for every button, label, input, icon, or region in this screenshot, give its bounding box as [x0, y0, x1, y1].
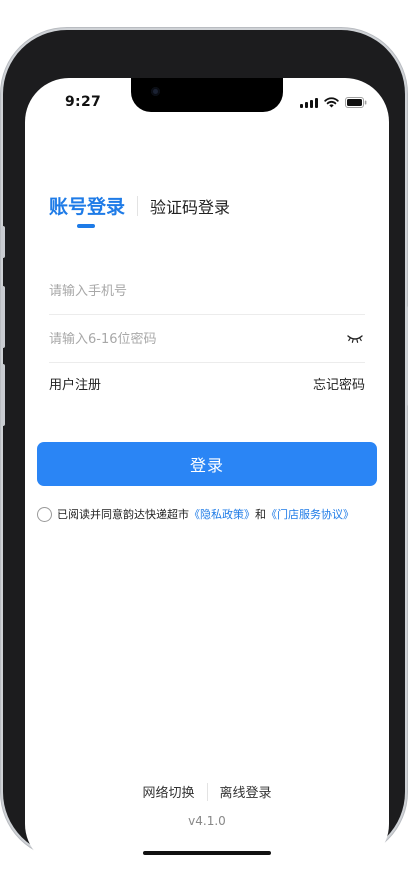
register-link[interactable]: 用户注册	[49, 374, 101, 393]
camera-icon	[151, 87, 160, 96]
tab-account-login[interactable]: 账号登录	[49, 192, 137, 228]
offline-login-link[interactable]: 离线登录	[220, 782, 272, 801]
status-time: 9:27	[65, 94, 102, 110]
login-button[interactable]: 登录	[37, 442, 377, 486]
agreement-checkbox[interactable]	[37, 506, 52, 522]
volume-up-button	[1, 286, 5, 348]
login-tabs: 账号登录 验证码登录	[49, 192, 230, 228]
agreement-row: 已阅读并同意韵达快递超市 《隐私政策》 和 《门店服务协议》	[37, 506, 382, 522]
home-indicator[interactable]	[143, 851, 271, 855]
tab-account-login-label: 账号登录	[49, 196, 126, 218]
battery-icon	[345, 97, 367, 108]
phone-frame: 9:27 账号登录 验证码登录 请输入手机号 用户注册 忘记密码 登录 已阅读并…	[1, 30, 408, 868]
phone-field	[49, 268, 365, 315]
footer-links: 网络切换 离线登录	[25, 782, 389, 801]
volume-down-button	[1, 364, 5, 426]
password-field	[49, 316, 365, 363]
active-tab-indicator	[77, 224, 95, 228]
notch	[131, 78, 283, 112]
network-switch-link[interactable]: 网络切换	[142, 782, 194, 801]
privacy-policy-link[interactable]: 《隐私政策》	[189, 506, 255, 522]
tab-code-login[interactable]: 验证码登录	[138, 194, 230, 218]
eye-closed-icon[interactable]	[347, 334, 363, 344]
phone-input[interactable]	[49, 283, 329, 299]
screen: 9:27 账号登录 验证码登录 请输入手机号 用户注册 忘记密码 登录 已阅读并…	[25, 78, 389, 868]
agreement-text: 已阅读并同意韵达快递超市	[57, 508, 189, 521]
footer-divider	[206, 782, 208, 801]
forgot-password-link[interactable]: 忘记密码	[313, 374, 365, 393]
signal-icon	[300, 97, 318, 108]
auth-links: 用户注册 忘记密码	[49, 374, 365, 393]
store-agreement-link[interactable]: 《门店服务协议》	[266, 506, 354, 522]
password-input[interactable]	[49, 331, 329, 347]
silent-switch	[1, 226, 5, 258]
app-version: v4.1.0	[188, 814, 226, 828]
agreement-and: 和	[255, 508, 266, 521]
status-icons	[300, 97, 367, 108]
wifi-icon	[324, 97, 339, 108]
